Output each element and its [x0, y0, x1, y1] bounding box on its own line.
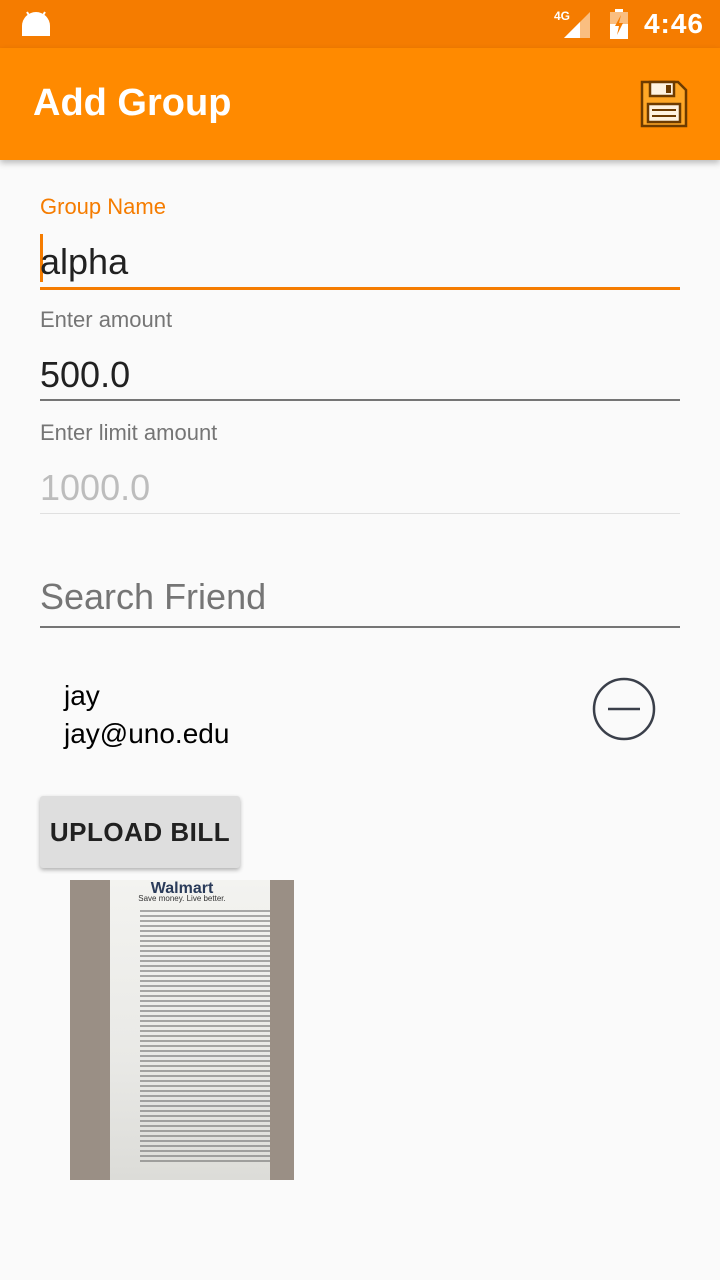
search-friend-input[interactable] — [40, 572, 680, 622]
remove-friend-button[interactable] — [592, 677, 656, 741]
group-name-label: Group Name — [40, 194, 166, 219]
amount-underline — [40, 399, 680, 401]
page-title: Add Group — [33, 82, 232, 124]
amount-field[interactable]: 500.0 — [40, 354, 130, 396]
limit-amount-field[interactable]: 1000.0 — [40, 467, 150, 509]
bill-image: Walmart Save money. Live better. — [70, 880, 294, 1180]
group-name-underline — [40, 287, 680, 290]
upload-bill-button[interactable]: UPLOAD BILL — [40, 796, 240, 868]
group-name-field[interactable]: alpha — [40, 241, 128, 283]
friend-email: jay@uno.edu — [64, 718, 230, 749]
svg-text:4G: 4G — [554, 9, 570, 23]
battery-icon — [609, 9, 628, 39]
android-icon — [22, 11, 50, 36]
floppy-disk-icon — [640, 80, 688, 128]
signal-4g-icon: 4G — [554, 9, 590, 38]
remove-circle-icon — [592, 677, 656, 741]
search-underline — [40, 626, 680, 628]
save-button[interactable] — [638, 78, 690, 130]
receipt-tagline: Save money. Live better. — [138, 894, 226, 903]
amount-label: Enter amount — [40, 307, 173, 332]
friend-name: jay — [64, 680, 100, 711]
clock: 4:46 — [643, 8, 704, 39]
status-bar: 4G 4:46 — [0, 0, 720, 48]
app-bar: Add Group — [0, 48, 720, 160]
limit-amount-underline — [40, 513, 680, 514]
receipt-text-lines — [140, 910, 270, 1165]
limit-amount-label: Enter limit amount — [40, 420, 218, 445]
